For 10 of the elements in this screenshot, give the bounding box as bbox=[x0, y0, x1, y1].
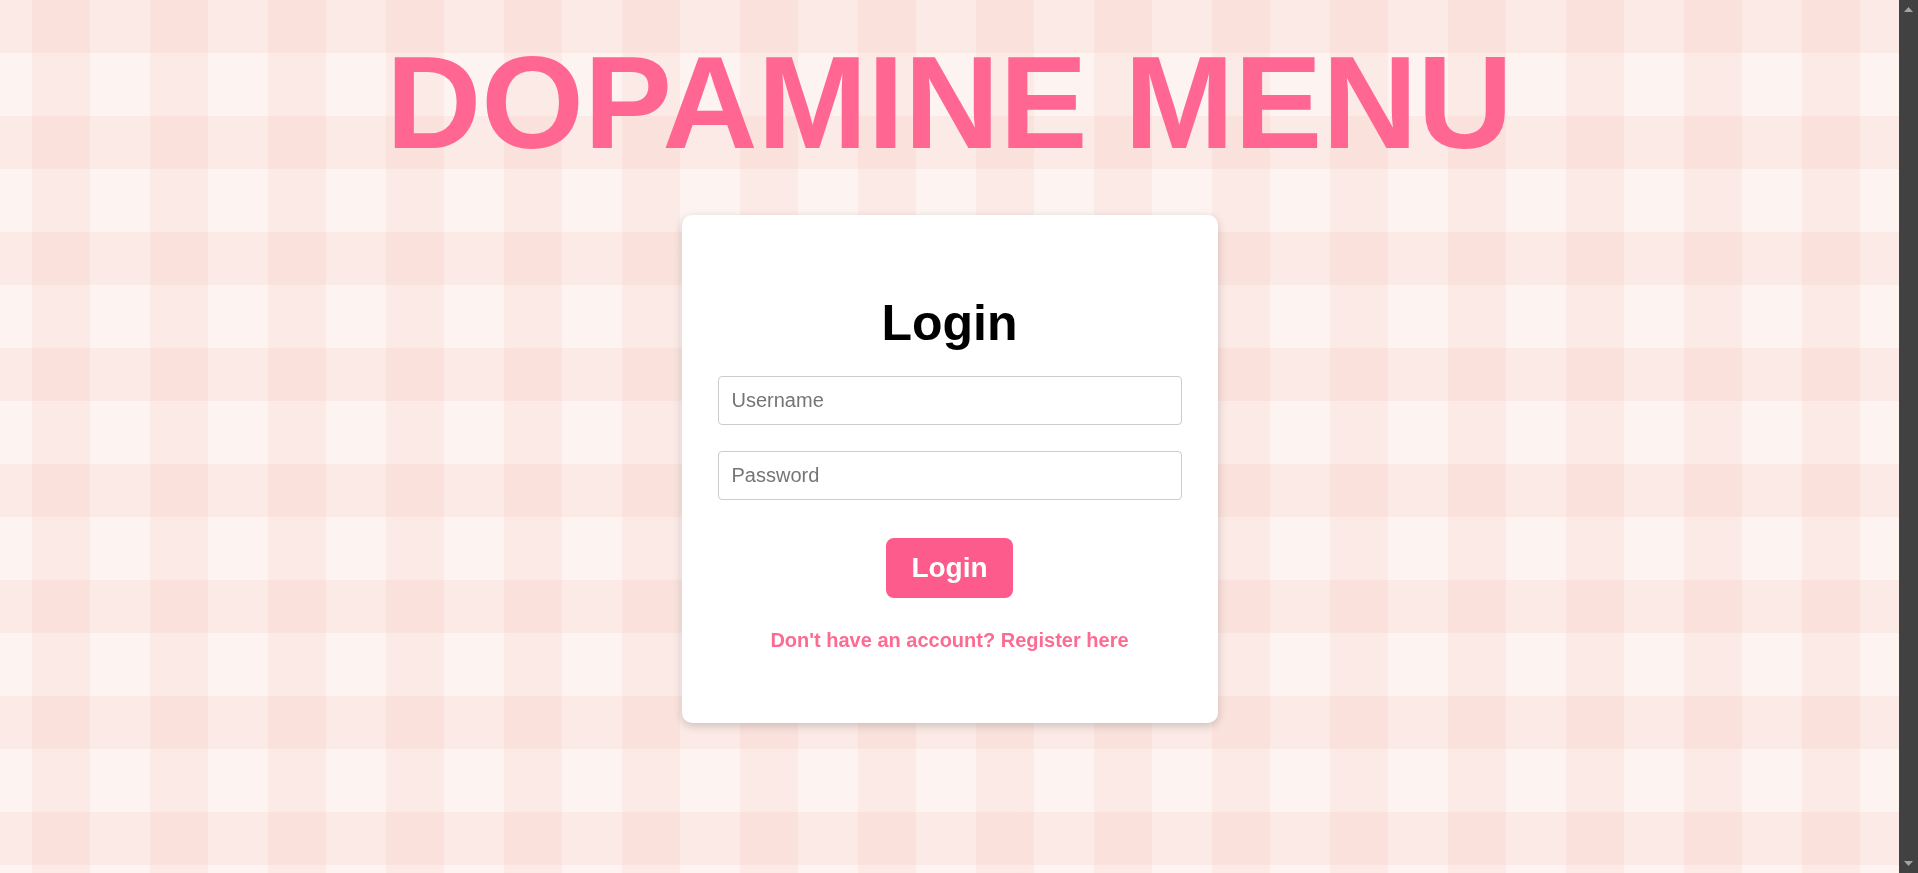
register-link[interactable]: Register here bbox=[1000, 629, 1129, 651]
page-title: DOPAMINE MENU bbox=[386, 37, 1513, 169]
register-prompt: Don't have an account? Register here bbox=[770, 628, 1129, 653]
password-field[interactable]: Password bbox=[717, 451, 1182, 500]
scrollbar[interactable] bbox=[1899, 0, 1918, 873]
login-button[interactable]: Login bbox=[886, 538, 1013, 598]
username-field[interactable]: Username bbox=[717, 376, 1182, 425]
scroll-up-arrow-icon[interactable] bbox=[1904, 7, 1913, 12]
login-heading: Login bbox=[881, 298, 1018, 348]
scroll-down-arrow-icon[interactable] bbox=[1904, 861, 1913, 866]
